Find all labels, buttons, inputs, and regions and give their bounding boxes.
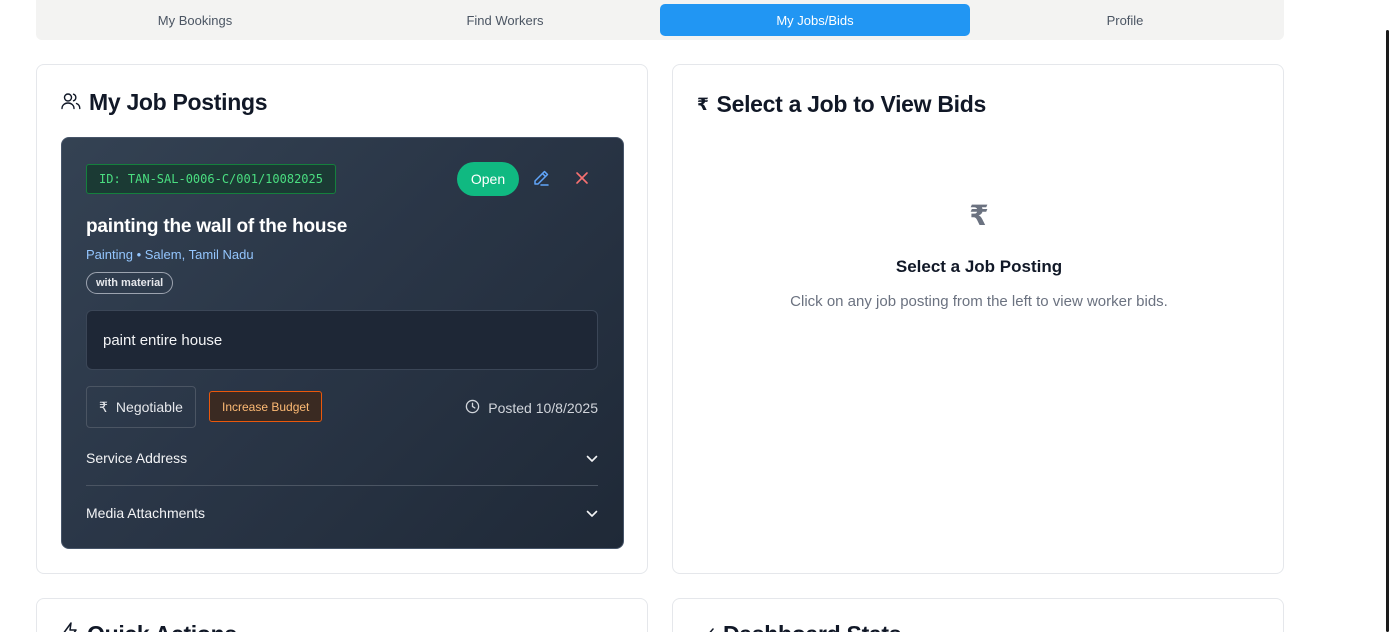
job-postings-card: My Job Postings ID: TAN-SAL-0006-C/001/1… bbox=[36, 64, 648, 574]
job-postings-title: My Job Postings bbox=[89, 89, 268, 115]
job-description: paint entire house bbox=[86, 310, 598, 370]
dashboard-stats-card: Dashboard Stats bbox=[672, 598, 1284, 632]
close-icon bbox=[575, 169, 589, 189]
chevron-down-icon bbox=[586, 505, 598, 521]
users-icon bbox=[61, 89, 81, 116]
service-address-label: Service Address bbox=[86, 450, 188, 466]
bids-title: Select a Job to View Bids bbox=[716, 91, 987, 117]
page: My Bookings Find Workers My Jobs/Bids Pr… bbox=[0, 0, 1398, 632]
job-posting-card[interactable]: ID: TAN-SAL-0006-C/001/10082025 Open pai… bbox=[61, 137, 624, 549]
job-title: painting the wall of the house bbox=[86, 216, 348, 237]
dashboard-stats-heading: Dashboard Stats bbox=[697, 621, 902, 632]
tab-find-workers[interactable]: Find Workers bbox=[350, 4, 660, 36]
increase-budget-button[interactable]: Increase Budget bbox=[209, 391, 323, 422]
quick-actions-heading: Quick Actions bbox=[61, 621, 237, 632]
clock-icon bbox=[465, 399, 480, 417]
tab-my-bookings[interactable]: My Bookings bbox=[40, 4, 350, 36]
rupee-icon: ₹ bbox=[99, 398, 108, 415]
tab-my-jobs-bids[interactable]: My Jobs/Bids bbox=[660, 4, 970, 36]
empty-state-subtitle: Click on any job posting from the left t… bbox=[790, 293, 1168, 310]
media-attachments-accordion[interactable]: Media Attachments bbox=[86, 498, 598, 528]
pencil-icon bbox=[532, 170, 550, 191]
scrollbar-thumb[interactable] bbox=[1386, 30, 1389, 632]
trend-icon bbox=[697, 621, 715, 632]
edit-button[interactable] bbox=[532, 169, 552, 189]
dashboard-stats-title: Dashboard Stats bbox=[723, 621, 902, 632]
accordion-divider bbox=[86, 485, 598, 486]
service-address-accordion[interactable]: Service Address bbox=[86, 443, 598, 473]
posted-date: Posted 10/8/2025 bbox=[465, 399, 598, 417]
tab-bar: My Bookings Find Workers My Jobs/Bids Pr… bbox=[36, 0, 1284, 40]
budget-box: ₹ Negotiable bbox=[86, 386, 196, 428]
delete-button[interactable] bbox=[572, 169, 592, 189]
tab-profile[interactable]: Profile bbox=[970, 4, 1280, 36]
empty-state-title: Select a Job Posting bbox=[895, 257, 1063, 276]
lightning-icon bbox=[61, 621, 79, 632]
rupee-icon: ₹ bbox=[697, 94, 709, 114]
job-category-location: Painting • Salem, Tamil Nadu bbox=[86, 247, 254, 262]
quick-actions-title: Quick Actions bbox=[87, 621, 237, 632]
bids-heading: ₹ Select a Job to View Bids bbox=[697, 91, 986, 118]
job-postings-heading: My Job Postings bbox=[61, 89, 268, 116]
job-id-badge: ID: TAN-SAL-0006-C/001/10082025 bbox=[86, 164, 336, 194]
chevron-down-icon bbox=[586, 450, 598, 466]
budget-value: Negotiable bbox=[115, 399, 183, 415]
rupee-icon: ₹ bbox=[969, 200, 989, 231]
job-description-text: paint entire house bbox=[103, 331, 223, 349]
bids-card: ₹ Select a Job to View Bids ₹ Select a J… bbox=[672, 64, 1284, 574]
media-attachments-label: Media Attachments bbox=[86, 505, 206, 521]
posted-date-text: Posted 10/8/2025 bbox=[488, 400, 598, 416]
quick-actions-card: Quick Actions bbox=[36, 598, 648, 632]
status-badge: Open bbox=[457, 162, 519, 196]
material-tag: with material bbox=[86, 272, 174, 294]
